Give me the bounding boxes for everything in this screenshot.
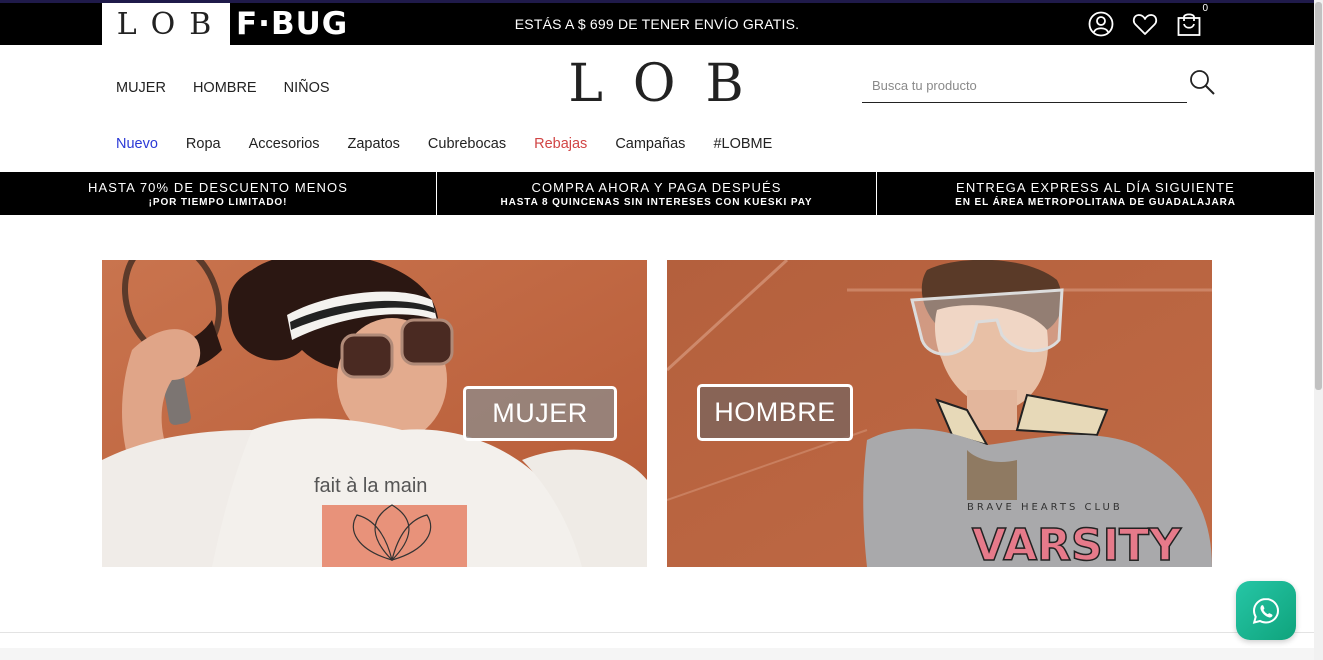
shirt-print-text: fait à la main xyxy=(314,475,427,497)
search-icon[interactable] xyxy=(1188,68,1216,96)
benefit-title: HASTA 70% DE DESCUENTO MENOS xyxy=(87,179,349,195)
heart-icon[interactable] xyxy=(1132,11,1158,37)
main-logo[interactable]: LOB xyxy=(567,54,747,114)
account-icons: 0 xyxy=(1088,3,1208,45)
benefits-strip: HASTA 70% DE DESCUENTO MENOS ¡POR TIEMPO… xyxy=(0,172,1314,215)
shirt-print-text: VARSITY xyxy=(972,520,1182,567)
shop-women-button[interactable]: MUJER xyxy=(463,386,617,441)
scrollbar-thumb[interactable] xyxy=(1315,2,1322,390)
nav-ninos[interactable]: NIÑOS xyxy=(284,80,330,96)
benefit-title: ENTREGA EXPRESS AL DÍA SIGUIENTE xyxy=(956,179,1235,195)
cat-ropa[interactable]: Ropa xyxy=(186,136,221,152)
cat-lobme[interactable]: #LOBME xyxy=(713,136,772,152)
whatsapp-icon xyxy=(1252,597,1280,624)
benefit-subtitle: ¡POR TIEMPO LIMITADO! xyxy=(148,196,288,208)
section-divider xyxy=(0,632,1314,633)
banner-women[interactable]: fait à la main MUJER xyxy=(102,260,647,567)
cat-accesorios[interactable]: Accesorios xyxy=(249,136,320,152)
gender-nav: MUJER HOMBRE NIÑOS xyxy=(116,80,330,96)
cat-rebajas[interactable]: Rebajas xyxy=(534,136,587,152)
benefit-discount[interactable]: HASTA 70% DE DESCUENTO MENOS ¡POR TIEMPO… xyxy=(0,172,437,215)
cat-zapatos[interactable]: Zapatos xyxy=(348,136,400,152)
footer-strip xyxy=(0,648,1314,660)
cat-nuevo[interactable]: Nuevo xyxy=(116,136,158,152)
benefit-title: COMPRA AHORA Y PAGA DESPUÉS xyxy=(531,179,782,195)
benefit-subtitle: HASTA 8 QUINCENAS SIN INTERESES CON KUES… xyxy=(500,196,813,208)
benefit-express[interactable]: ENTREGA EXPRESS AL DÍA SIGUIENTE EN EL Á… xyxy=(877,172,1314,215)
cart-icon[interactable]: 0 xyxy=(1176,3,1208,37)
shipping-promo-text: ESTÁS A $ 699 DE TENER ENVÍO GRATIS. xyxy=(514,16,800,32)
whatsapp-chat-button[interactable] xyxy=(1236,581,1296,640)
benefit-kueski[interactable]: COMPRA AHORA Y PAGA DESPUÉS HASTA 8 QUIN… xyxy=(437,172,877,215)
nav-hombre[interactable]: HOMBRE xyxy=(193,80,257,96)
top-bar: ESTÁS A $ 699 DE TENER ENVÍO GRATIS. LOB… xyxy=(0,0,1314,45)
page-scrollbar[interactable] xyxy=(1314,0,1323,660)
cat-cubrebocas[interactable]: Cubrebocas xyxy=(428,136,506,152)
svg-text:BRAVE HEARTS CLUB: BRAVE HEARTS CLUB xyxy=(967,502,1123,513)
cat-campanas[interactable]: Campañas xyxy=(615,136,685,152)
brand-lob-link[interactable]: LOB xyxy=(102,3,230,45)
brand-fbug-link[interactable]: F·BUG xyxy=(236,3,348,45)
cart-count-badge: 0 xyxy=(1202,3,1208,14)
benefit-subtitle: EN EL ÁREA METROPOLITANA DE GUADALAJARA xyxy=(955,196,1236,208)
banner-men[interactable]: BRAVE HEARTS CLUB VARSITY HOMBRE xyxy=(667,260,1212,567)
user-icon[interactable] xyxy=(1088,11,1114,37)
nav-mujer[interactable]: MUJER xyxy=(116,80,166,96)
category-nav: Nuevo Ropa Accesorios Zapatos Cubrebocas… xyxy=(116,136,772,152)
search-input[interactable] xyxy=(862,70,1187,100)
shop-men-button[interactable]: HOMBRE xyxy=(697,384,853,441)
search-bar xyxy=(862,70,1187,103)
